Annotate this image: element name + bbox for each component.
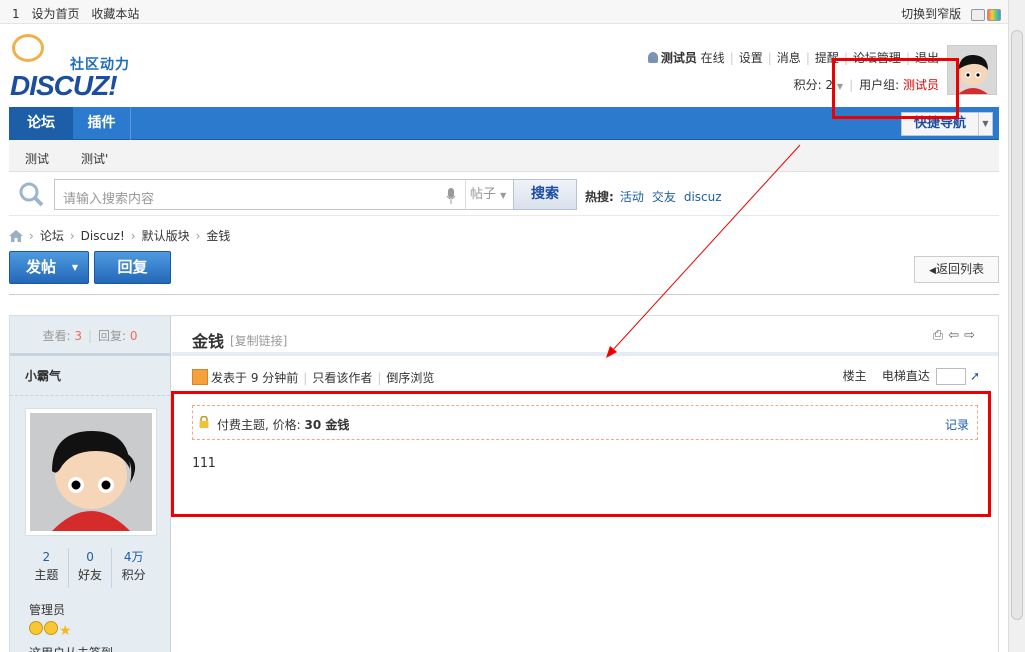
only-author-link[interactable]: 只看该作者 — [312, 371, 372, 385]
search-bar: 请输入搜索内容 帖子 ▼ 搜索 热搜: 活动 交友 discuz — [9, 172, 999, 216]
logo-wordmark: DISCUZ! — [10, 70, 118, 101]
scrollbar-thumb[interactable] — [1011, 30, 1023, 620]
back-to-list-button[interactable]: ◀返回列表 — [914, 256, 999, 283]
annotation-box-paid-content — [171, 391, 991, 517]
palette-icon[interactable] — [987, 9, 1001, 21]
author-name[interactable]: 小霸气 — [10, 356, 170, 396]
reverse-order-link[interactable]: 倒序浏览 — [386, 371, 434, 385]
divider — [9, 294, 999, 295]
skin-switcher[interactable] — [969, 8, 1001, 22]
hot-searches: 热搜: 活动 交友 discuz — [585, 188, 730, 205]
author-avatar[interactable] — [25, 408, 157, 536]
jump-go-icon[interactable]: ➚ — [970, 369, 980, 383]
top-links: 1 设为首页 收藏本站 — [12, 5, 147, 22]
views-label: 查看: — [42, 329, 71, 343]
back-to-list-label: 返回列表 — [935, 262, 984, 276]
search-icon — [19, 182, 44, 207]
friends-count[interactable]: 0 好友 — [69, 548, 113, 588]
author-sidebar: 查看: 3 | 回复: 0 小霸气 2 主题 0 好友 4万 积分 管理员 ★ — [10, 316, 171, 652]
hot-label: 热搜: — [585, 190, 614, 204]
sub-nav: 测试 测试' — [9, 140, 999, 172]
jump-floor-label: 电梯直达 — [881, 369, 930, 383]
views-count: 3 — [74, 329, 82, 343]
thread-stats: 查看: 3 | 回复: 0 — [10, 316, 170, 356]
author-counts: 2 主题 0 好友 4万积分 — [25, 548, 155, 588]
new-post-button[interactable]: 发帖 ▼ — [9, 251, 89, 284]
search-placeholder: 请输入搜索内容 — [63, 192, 155, 207]
hot-item-discuz[interactable]: discuz — [684, 190, 722, 204]
friends-value: 0 — [86, 550, 94, 564]
replies-count: 0 — [129, 329, 138, 343]
friends-label: 好友 — [78, 568, 103, 582]
author-online-icon — [192, 369, 208, 385]
subnav-item-test2[interactable]: 测试' — [81, 150, 108, 167]
author-role[interactable]: 管理员 — [29, 601, 65, 618]
home-icon[interactable] — [9, 230, 23, 242]
search-input[interactable]: 请输入搜索内容 帖子 ▼ — [54, 179, 514, 210]
nav-item-forum[interactable]: 论坛 — [9, 107, 73, 140]
breadcrumb-current[interactable]: 金钱 — [206, 229, 230, 243]
breadcrumb-forum[interactable]: 论坛 — [40, 229, 64, 243]
chevron-left-icon: ◀ — [929, 266, 936, 276]
author-medals: ★ — [29, 621, 74, 638]
smiley-icon — [29, 621, 43, 635]
floor-label: 楼主 — [842, 369, 867, 383]
prev-thread-icon[interactable]: ⇦ — [948, 328, 964, 343]
settings-link[interactable]: 设置 — [739, 51, 763, 65]
logo[interactable]: 社区动力 DISCUZ! — [10, 34, 140, 102]
annotation-box-user-group — [832, 58, 959, 119]
topics-count[interactable]: 2 主题 — [25, 548, 69, 588]
subnav-item-test[interactable]: 测试 — [25, 150, 49, 167]
online-status[interactable]: 在线 — [701, 51, 725, 65]
search-scope-select[interactable]: 帖子 ▼ — [465, 180, 515, 209]
copy-link-button[interactable]: [复制链接] — [230, 332, 287, 349]
breadcrumb: › 论坛 › Discuz! › 默认版块 › 金钱 — [9, 227, 230, 244]
replies-label: 回复: — [98, 329, 127, 343]
glasses-icon[interactable] — [971, 9, 985, 21]
topics-value: 2 — [42, 550, 51, 564]
star-icon: ★ — [59, 623, 72, 639]
post-meta: 发表于 9 分钟前 | 只看该作者 | 倒序浏览 — [192, 369, 434, 386]
set-homepage-link[interactable]: 设为首页 — [31, 7, 79, 21]
user-icon — [647, 52, 658, 63]
bookmark-link[interactable]: 收藏本站 — [91, 7, 139, 21]
microphone-icon[interactable] — [446, 188, 456, 204]
breadcrumb-default-board[interactable]: 默认版块 — [142, 229, 190, 243]
hot-item-activity[interactable]: 活动 — [620, 190, 644, 204]
print-icon[interactable]: ⎙ — [933, 328, 948, 343]
search-button[interactable]: 搜索 — [513, 179, 577, 210]
reply-button[interactable]: 回复 — [94, 251, 171, 284]
chevron-down-icon: ▼ — [978, 113, 992, 135]
post-title-row: 金钱 [复制链接] ⎙⇦⇨ — [172, 316, 998, 356]
topics-label: 主题 — [34, 568, 59, 582]
top-right: 切换到窄版 — [901, 5, 1001, 22]
credits-link[interactable]: 积分: 2 — [794, 78, 834, 92]
top-bar: 1 设为首页 收藏本站 切换到窄版 — [0, 0, 1025, 24]
author-signature: 这用户从未签到 — [29, 644, 113, 652]
search-scope-value: 帖子 — [470, 187, 497, 202]
smiley-icon — [44, 621, 58, 635]
breadcrumb-discuz[interactable]: Discuz! — [81, 229, 125, 243]
post-time: 发表于 9 分钟前 — [211, 371, 299, 385]
scrollbar[interactable] — [1008, 0, 1025, 652]
post-title: 金钱 — [192, 332, 225, 351]
hot-item-dating[interactable]: 交友 — [652, 190, 676, 204]
switch-width-link[interactable]: 切换到窄版 — [901, 7, 961, 21]
floor-number-input[interactable] — [935, 368, 966, 385]
top-link-1[interactable]: 1 — [12, 7, 20, 21]
chevron-down-icon: ▼ — [500, 191, 507, 200]
credits-label: 积分 — [121, 568, 146, 582]
username-link[interactable]: 测试员 — [661, 51, 697, 65]
floor-tools: 楼主 电梯直达 ➚ — [843, 367, 980, 385]
credits-count[interactable]: 4万积分 — [112, 548, 155, 588]
chevron-down-icon: ▼ — [71, 263, 78, 272]
next-thread-icon[interactable]: ⇨ — [964, 328, 980, 343]
nav-item-plugins[interactable]: 插件 — [73, 107, 131, 140]
credits-value: 4万 — [123, 550, 144, 564]
new-post-label: 发帖 — [26, 258, 57, 276]
post-tools: ⎙⇦⇨ — [933, 328, 980, 343]
logo-bubble-icon — [12, 34, 44, 62]
messages-link[interactable]: 消息 — [777, 51, 801, 65]
